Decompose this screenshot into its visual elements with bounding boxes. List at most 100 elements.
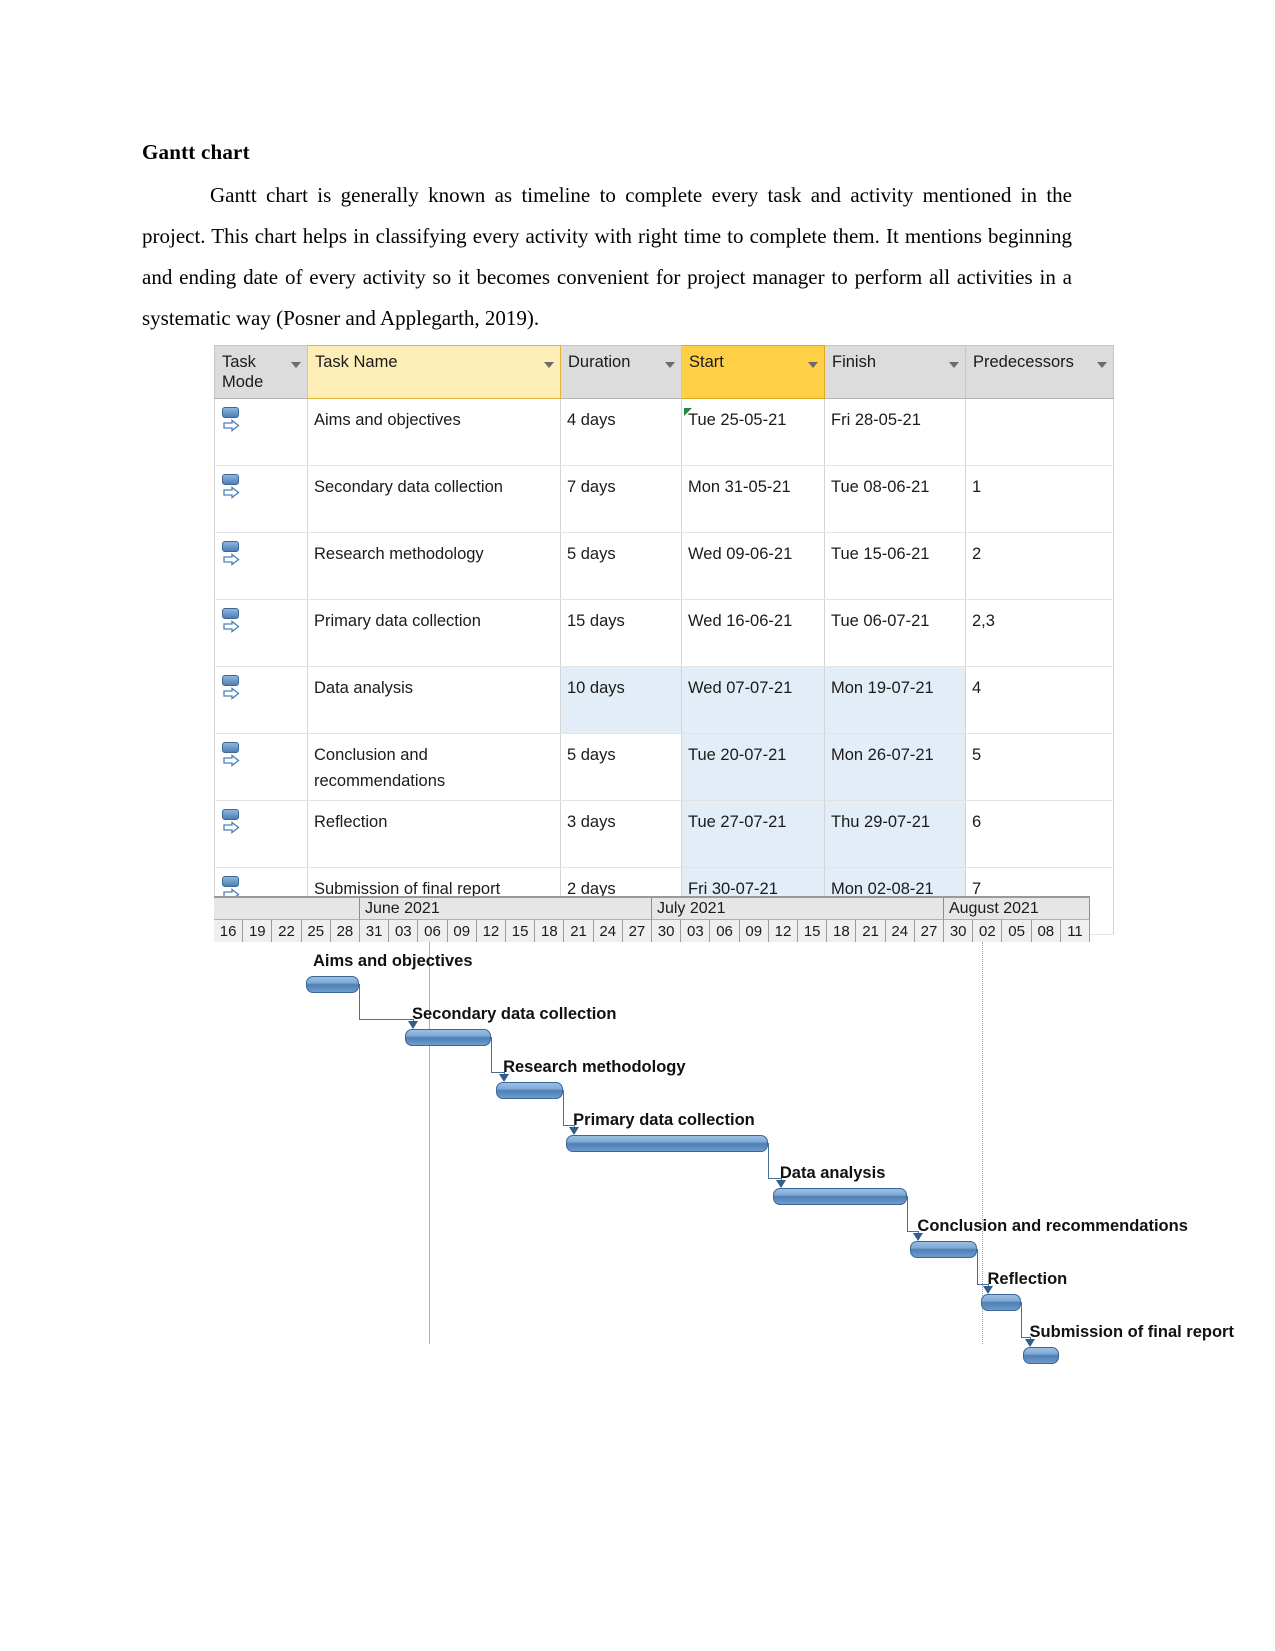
chevron-down-icon[interactable] <box>665 362 675 368</box>
table-row[interactable]: Conclusion and recommendations 5 days Tue … <box>214 733 1114 801</box>
gantt-month-cell: June 2021 <box>359 898 652 920</box>
gantt-day-tick: 11 <box>1060 920 1091 944</box>
cell-task-name[interactable]: Aims and objectives <box>307 398 561 466</box>
column-header-duration[interactable]: Duration <box>560 345 682 399</box>
gantt-plot-area: Aims and objectives Secondary data collec… <box>214 942 1234 1364</box>
cell-start[interactable]: Tue 27-07-21 <box>681 800 825 868</box>
dependency-link <box>358 984 360 1019</box>
cell-duration[interactable]: 5 days <box>560 733 682 801</box>
cell-duration[interactable]: 3 days <box>560 800 682 868</box>
cell-task-mode[interactable] <box>214 733 308 801</box>
cell-task-mode[interactable] <box>214 800 308 868</box>
gantt-bar-label: Reflection <box>987 1270 1068 1288</box>
gantt-bar[interactable] <box>404 1029 491 1046</box>
chevron-down-icon[interactable] <box>949 362 959 368</box>
start-date-text: Tue 25-05-21 <box>688 411 787 429</box>
column-header-predecessors-label: Predecessors <box>973 353 1074 371</box>
task-name-text: Conclusion and recommendations <box>314 746 446 790</box>
gantt-bar[interactable] <box>566 1135 768 1152</box>
auto-schedule-icon <box>221 541 243 571</box>
cell-finish[interactable]: Mon 26-07-21 <box>824 733 966 801</box>
cell-duration[interactable]: 10 days <box>560 666 682 734</box>
cell-task-name[interactable]: Research methodology <box>307 532 561 600</box>
cell-duration[interactable]: 4 days <box>560 398 682 466</box>
cell-finish[interactable]: Tue 08-06-21 <box>824 465 966 533</box>
table-row[interactable]: Reflection 3 days Tue 27-07-21 Thu 29-07-21… <box>214 800 1114 868</box>
task-name-text: Secondary data collection <box>314 478 503 496</box>
cell-duration[interactable]: 15 days <box>560 599 682 667</box>
cell-predecessors[interactable]: 5 <box>965 733 1114 801</box>
auto-schedule-arrow-icon <box>223 754 240 767</box>
cell-finish[interactable]: Thu 29-07-21 <box>824 800 966 868</box>
column-header-predecessors[interactable]: Predecessors <box>965 345 1114 399</box>
task-name-text: Data analysis <box>314 679 414 697</box>
cell-task-mode[interactable] <box>214 465 308 533</box>
cell-duration[interactable]: 7 days <box>560 465 682 533</box>
task-name-text: Aims and objectives <box>314 411 461 429</box>
cell-predecessors[interactable] <box>965 398 1114 466</box>
auto-schedule-icon <box>221 474 243 504</box>
start-date-text: Wed 07-07-21 <box>688 679 793 697</box>
task-name-text: Reflection <box>314 813 388 831</box>
cell-predecessors[interactable]: 4 <box>965 666 1114 734</box>
cell-predecessors[interactable]: 2,3 <box>965 599 1114 667</box>
table-row[interactable]: Primary data collection 15 days Wed 16-06-… <box>214 599 1114 667</box>
predecessors-text: 2 <box>972 545 982 563</box>
cell-task-mode[interactable] <box>214 532 308 600</box>
gantt-day-tick: 09 <box>739 920 769 944</box>
cell-start[interactable]: Tue 20-07-21 <box>681 733 825 801</box>
column-header-start[interactable]: Start <box>681 345 825 399</box>
gantt-bar[interactable] <box>305 976 359 993</box>
gantt-bar[interactable] <box>772 1188 907 1205</box>
gantt-bar[interactable] <box>1022 1347 1060 1364</box>
gantt-day-tick: 18 <box>535 920 565 944</box>
gantt-day-tick: 03 <box>681 920 711 944</box>
cell-task-name[interactable]: Data analysis <box>307 666 561 734</box>
cell-finish[interactable]: Fri 28-05-21 <box>824 398 966 466</box>
cell-predecessors[interactable]: 2 <box>965 532 1114 600</box>
gantt-day-tick: 21 <box>564 920 594 944</box>
cell-finish[interactable]: Tue 06-07-21 <box>824 599 966 667</box>
cell-start[interactable]: Wed 16-06-21 <box>681 599 825 667</box>
chevron-down-icon[interactable] <box>808 362 818 368</box>
cell-duration[interactable]: 5 days <box>560 532 682 600</box>
auto-schedule-icon <box>221 608 243 638</box>
table-row[interactable]: Aims and objectives 4 days Tue 25-05-21 Fri… <box>214 398 1114 466</box>
chevron-down-icon[interactable] <box>544 362 554 368</box>
auto-schedule-bar-icon <box>222 608 239 619</box>
cell-finish[interactable]: Mon 19-07-21 <box>824 666 966 734</box>
predecessors-text: 1 <box>972 478 982 496</box>
gantt-bar[interactable] <box>496 1082 563 1099</box>
column-header-task-mode[interactable]: Task Mode <box>214 345 308 399</box>
cell-task-mode[interactable] <box>214 398 308 466</box>
cell-task-name[interactable]: Primary data collection <box>307 599 561 667</box>
cell-start[interactable]: Wed 09-06-21 <box>681 532 825 600</box>
gantt-day-tick: 30 <box>652 920 682 944</box>
table-row[interactable]: Data analysis 10 days Wed 07-07-21 Mon 19-0… <box>214 666 1114 734</box>
column-header-task-name[interactable]: Task Name <box>307 345 561 399</box>
cell-task-name[interactable]: Reflection <box>307 800 561 868</box>
intro-paragraph: Gantt chart is generally known as timeli… <box>142 183 1072 330</box>
cell-task-name[interactable]: Conclusion and recommendations <box>307 733 561 801</box>
gantt-bar[interactable] <box>910 1241 977 1258</box>
chevron-down-icon[interactable] <box>1097 362 1107 368</box>
cell-task-name[interactable]: Secondary data collection <box>307 465 561 533</box>
cell-task-mode[interactable] <box>214 599 308 667</box>
finish-date-text: Thu 29-07-21 <box>831 813 931 831</box>
gantt-bar[interactable] <box>980 1294 1021 1311</box>
cell-predecessors[interactable]: 6 <box>965 800 1114 868</box>
table-row[interactable]: Research methodology 5 days Wed 09-06-21 Tu… <box>214 532 1114 600</box>
cell-predecessors[interactable]: 1 <box>965 465 1114 533</box>
chevron-down-icon[interactable] <box>291 362 301 368</box>
cell-start[interactable]: Mon 31-05-21 <box>681 465 825 533</box>
column-header-finish-label: Finish <box>832 353 877 371</box>
gantt-day-tick: 12 <box>476 920 507 944</box>
cell-task-mode[interactable] <box>214 666 308 734</box>
gantt-day-tick: 22 <box>272 920 302 944</box>
cell-start[interactable]: Tue 25-05-21 <box>681 398 825 466</box>
cell-start[interactable]: Wed 07-07-21 <box>681 666 825 734</box>
table-row[interactable]: Secondary data collection 7 days Mon 31-05… <box>214 465 1114 533</box>
cell-finish[interactable]: Tue 15-06-21 <box>824 532 966 600</box>
column-header-finish[interactable]: Finish <box>824 345 966 399</box>
predecessors-text: 4 <box>972 679 982 697</box>
